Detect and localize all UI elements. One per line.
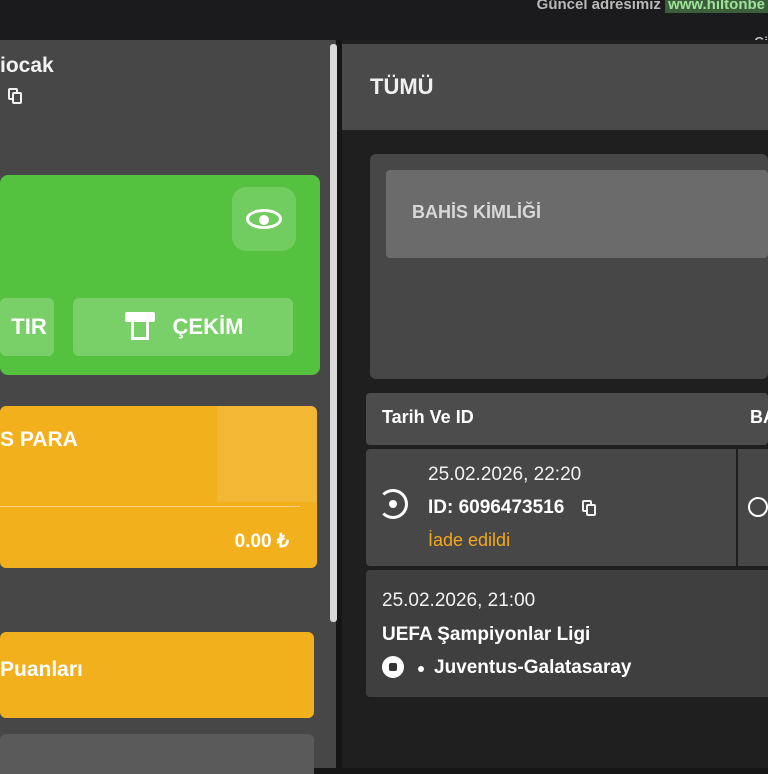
bonus-title: S PARA	[0, 428, 78, 451]
bet-id: ID: 6096473516	[428, 497, 565, 518]
left-panel-scrollbar[interactable]	[330, 44, 337, 622]
deposit-label: TIR	[11, 314, 47, 339]
league-name: UEFA Şampiyonlar Ligi	[382, 624, 591, 645]
bet-status: İade edildi	[428, 530, 511, 550]
atm-icon	[123, 312, 157, 342]
withdraw-label: ÇEKİM	[172, 314, 244, 339]
table-header: Tarih Ve ID BA	[366, 393, 768, 445]
event-datetime: 25.02.2026, 21:00	[382, 590, 536, 611]
toggle-balance-button[interactable]	[232, 187, 296, 251]
column-second: BA	[750, 407, 768, 427]
top-bar: Güncel adresimiz www.hiltonbe Gi	[0, 0, 768, 49]
football-icon	[382, 656, 404, 678]
copy-username-icon[interactable]	[8, 88, 22, 104]
bonus-card: S PARA 0.00 ₺	[0, 406, 317, 568]
refund-icon	[378, 489, 408, 519]
withdraw-button[interactable]: ÇEKİM	[73, 298, 293, 356]
filter-box: BAHİS KİMLİĞİ	[370, 154, 768, 379]
eye-icon	[246, 209, 282, 229]
bet-detail: 25.02.2026, 21:00 UEFA Şampiyonlar Ligi …	[366, 570, 768, 697]
bet-id-placeholder: BAHİS KİMLİĞİ	[412, 202, 541, 222]
filter-tabs: TÜMÜ	[342, 44, 768, 130]
balance-card: TIR ÇEKİM	[0, 175, 320, 375]
bonus-amount: 0.00 ₺	[234, 531, 289, 552]
bet-id-input[interactable]: BAHİS KİMLİĞİ	[386, 170, 768, 258]
bonus-decoration	[217, 406, 317, 502]
address-link[interactable]: www.hiltonbe	[665, 0, 768, 13]
bet-history-panel: TÜMÜ BAHİS KİMLİĞİ Tarih Ve ID BA 25.02.…	[342, 40, 768, 768]
copy-bet-id-icon[interactable]	[582, 500, 596, 516]
account-panel: iocak TIR ÇEKİM S PARA 0.00 ₺ Puanları	[0, 40, 336, 774]
username: iocak	[0, 54, 54, 77]
tab-all[interactable]: TÜMÜ	[370, 74, 434, 100]
bet-datetime: 25.02.2026, 22:20	[428, 464, 582, 485]
table-row[interactable]: 25.02.2026, 22:20 ID: 6096473516 İade ed…	[366, 449, 736, 566]
match-name: Juventus-Galatasaray	[434, 657, 632, 678]
bonus-divider	[0, 506, 300, 507]
address-notice-text: Güncel adresimiz	[536, 0, 661, 13]
deposit-button[interactable]: TIR	[0, 298, 54, 356]
info-icon	[748, 497, 768, 517]
points-title: Puanları	[0, 658, 83, 681]
next-card[interactable]	[0, 734, 314, 774]
points-card[interactable]: Puanları	[0, 632, 314, 718]
column-date-id: Tarih Ve ID	[382, 407, 474, 427]
bullet-icon	[418, 666, 424, 672]
address-notice: Güncel adresimiz www.hiltonbe	[537, 0, 768, 13]
table-row-cell[interactable]	[738, 449, 768, 566]
